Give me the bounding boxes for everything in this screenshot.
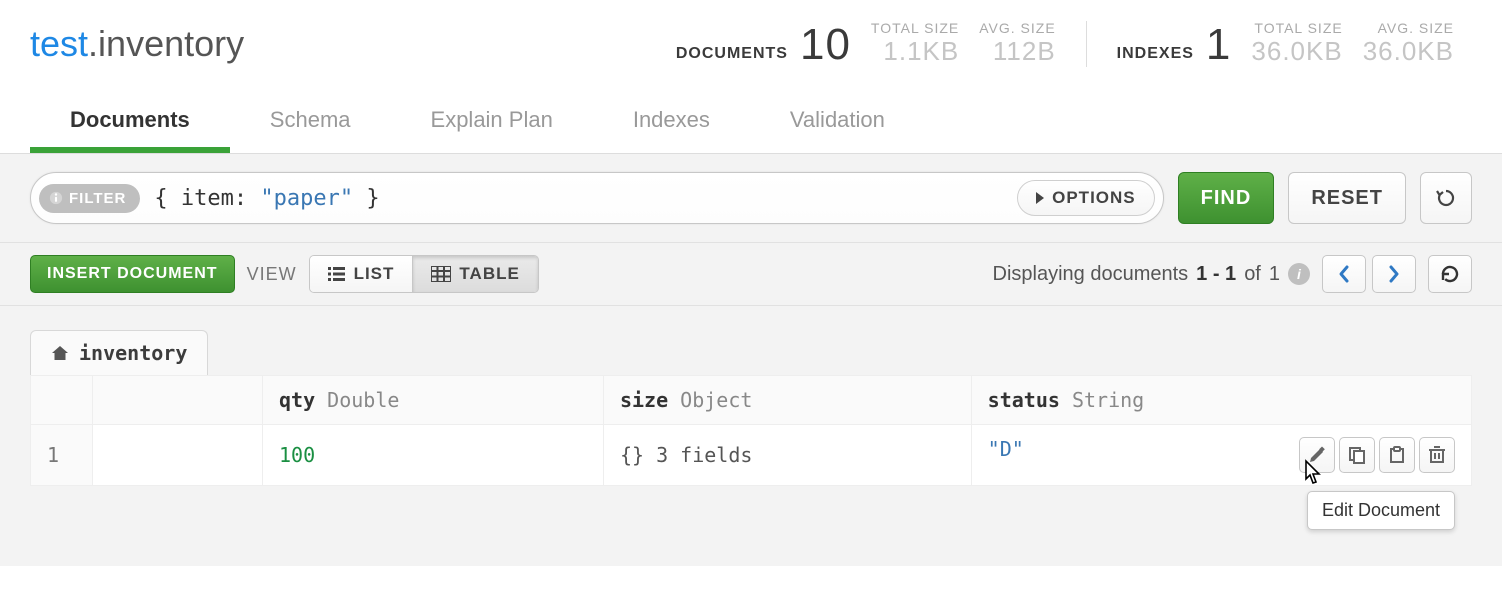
displaying-text: Displaying documents 1 - 1 of 1 i (993, 263, 1311, 286)
tab-documents[interactable]: Documents (30, 91, 230, 153)
view-label: VIEW (247, 264, 297, 285)
cell-status[interactable]: "D" (971, 425, 1471, 486)
rownum-header (31, 376, 93, 425)
col-qty[interactable]: qty Double (263, 376, 604, 425)
documents-label: DOCUMENTS (676, 45, 788, 67)
view-toggle: LIST TABLE (309, 255, 539, 293)
collection-title: test.inventory (30, 23, 628, 65)
filter-input[interactable]: FILTER { item: "paper" } OPTIONS (30, 172, 1164, 224)
refresh-icon (1439, 263, 1461, 285)
cell-size[interactable]: {} 3 fields (603, 425, 971, 486)
pencil-icon (1308, 446, 1326, 464)
expand-header (93, 376, 263, 425)
options-button[interactable]: OPTIONS (1017, 180, 1155, 216)
col-size[interactable]: size Object (603, 376, 971, 425)
idx-avg-size-label: AVG. SIZE (1378, 20, 1454, 36)
view-table-button[interactable]: TABLE (412, 256, 537, 292)
chevron-right-icon (1387, 264, 1401, 284)
view-list-button[interactable]: LIST (310, 256, 413, 292)
copy-icon (1348, 446, 1366, 464)
page-prev-button[interactable] (1322, 255, 1366, 293)
table-icon (431, 266, 451, 282)
triangle-right-icon (1036, 192, 1044, 204)
col-status[interactable]: status String (971, 376, 1471, 425)
table-row[interactable]: 1 100 {} 3 fields "D" (31, 425, 1472, 486)
collection-stats: DOCUMENTS 10 TOTAL SIZE 1.1KB AVG. SIZE … (658, 20, 1472, 67)
home-icon (51, 345, 69, 361)
tab-explain-plan[interactable]: Explain Plan (391, 91, 593, 153)
delete-document-button[interactable] (1419, 437, 1455, 473)
insert-document-button[interactable]: INSERT DOCUMENT (30, 255, 235, 293)
edit-document-button[interactable] (1299, 437, 1335, 473)
find-button[interactable]: FIND (1178, 172, 1275, 224)
documents-count: 10 (800, 23, 851, 67)
idx-total-size-label: TOTAL SIZE (1254, 20, 1342, 36)
idx-total-size: 36.0KB (1251, 36, 1342, 67)
db-name: test (30, 23, 88, 64)
tab-schema[interactable]: Schema (230, 91, 391, 153)
copy-document-button[interactable] (1379, 437, 1415, 473)
edit-document-tooltip: Edit Document (1307, 491, 1455, 530)
collection-name: inventory (98, 23, 244, 64)
trash-icon (1429, 446, 1445, 464)
clone-document-button[interactable] (1339, 437, 1375, 473)
reset-button[interactable]: RESET (1288, 172, 1406, 224)
info-icon (49, 191, 63, 205)
row-number: 1 (31, 425, 93, 486)
tab-indexes[interactable]: Indexes (593, 91, 750, 153)
history-icon (1434, 186, 1458, 210)
filter-query[interactable]: { item: "paper" } (140, 186, 1017, 211)
indexes-label: INDEXES (1117, 45, 1194, 67)
doc-total-size-label: TOTAL SIZE (871, 20, 959, 36)
doc-avg-size: 112B (993, 36, 1056, 67)
row-expand-cell[interactable] (93, 425, 263, 486)
tab-validation[interactable]: Validation (750, 91, 925, 153)
list-icon (328, 266, 346, 282)
doc-avg-size-label: AVG. SIZE (979, 20, 1055, 36)
info-icon[interactable]: i (1288, 263, 1310, 285)
collection-breadcrumb[interactable]: inventory (30, 330, 208, 375)
clipboard-icon (1388, 446, 1406, 464)
cell-qty[interactable]: 100 (263, 425, 604, 486)
idx-avg-size: 36.0KB (1363, 36, 1454, 67)
tabs: Documents Schema Explain Plan Indexes Va… (0, 91, 1502, 154)
refresh-button[interactable] (1428, 255, 1472, 293)
page-next-button[interactable] (1372, 255, 1416, 293)
doc-total-size: 1.1KB (883, 36, 959, 67)
indexes-count: 1 (1206, 23, 1231, 67)
documents-table: qty Double size Object status String 1 1… (30, 375, 1472, 486)
chevron-left-icon (1337, 264, 1351, 284)
history-button[interactable] (1420, 172, 1472, 224)
filter-pill: FILTER (39, 184, 140, 213)
